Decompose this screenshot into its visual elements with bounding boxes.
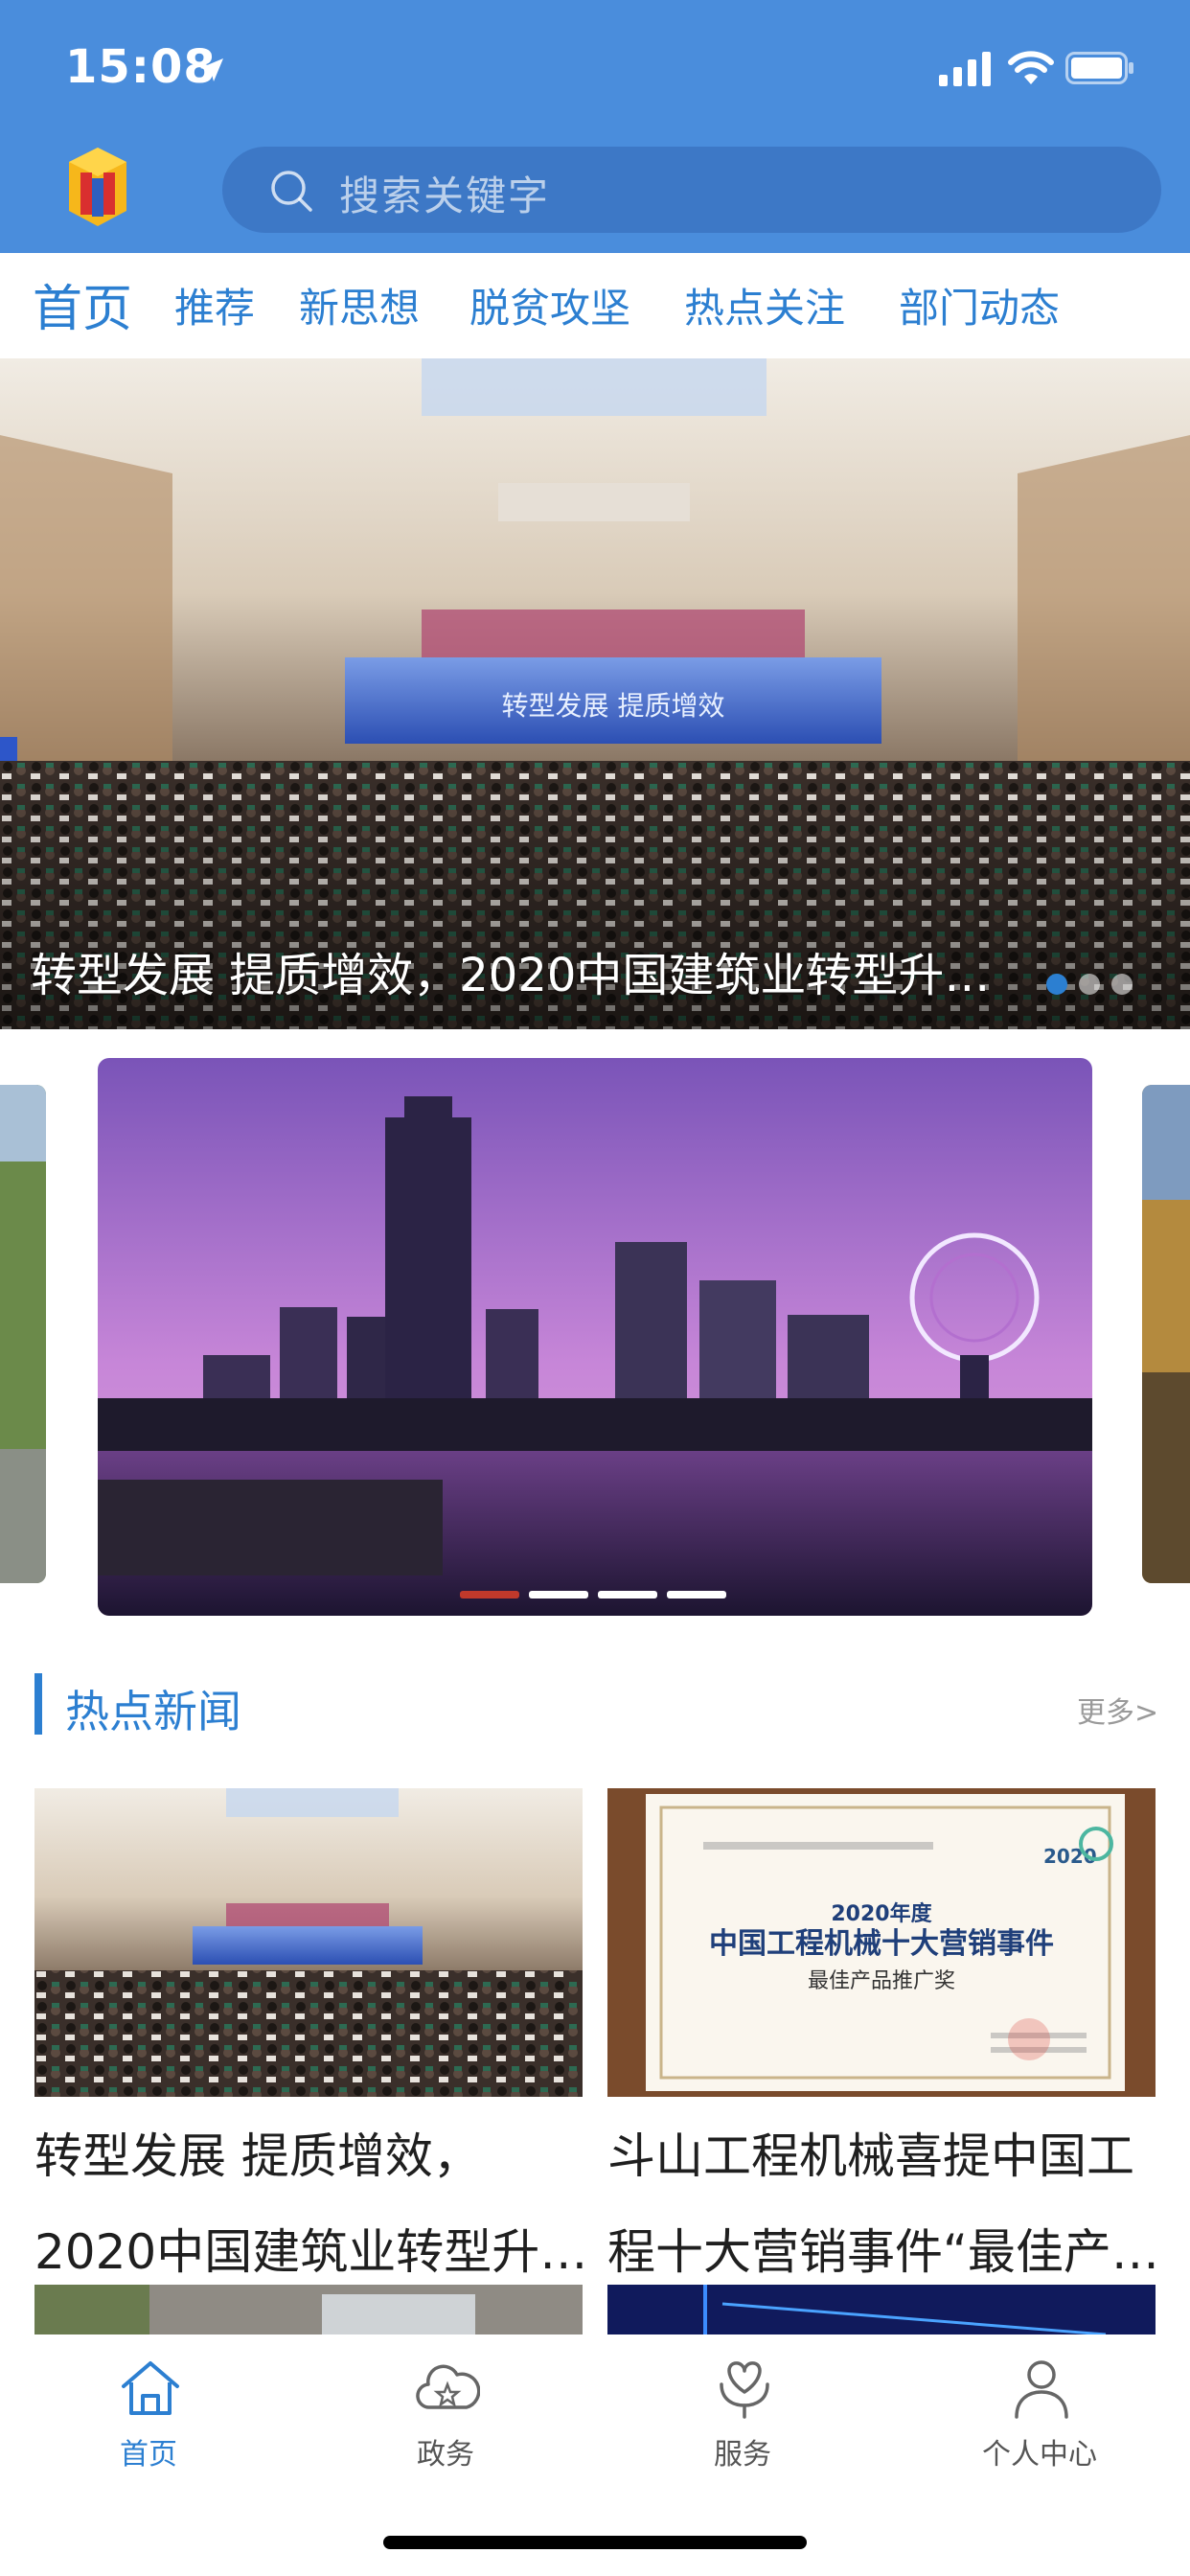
tabbar-home-label: 首页 [120, 2438, 177, 2472]
news-card-4-image[interactable] [607, 2285, 1156, 2334]
tab-recommend[interactable]: 推荐 [174, 276, 255, 334]
carousel-dot-active [460, 1591, 519, 1598]
banner-stage-text: 转型发展 提质增效 [502, 690, 725, 722]
certificate-year-label: 2020年度 [831, 1901, 932, 1926]
search-input[interactable]: 搜索关键字 [339, 164, 550, 222]
city-skyline-image [98, 1058, 1092, 1616]
tabbar-home[interactable]: 首页 [53, 2334, 244, 2478]
search-icon [271, 171, 312, 212]
category-tabs: 首页 推荐 新思想 脱贫攻坚 热点关注 部门动态 [0, 253, 1190, 358]
tabbar-profile-label: 个人中心 [982, 2438, 1097, 2472]
person-icon [1015, 2360, 1068, 2419]
home-icon [122, 2361, 179, 2415]
banner-image: 转型发展 提质增效 [0, 358, 1190, 1029]
tabbar-government[interactable]: 政务 [350, 2334, 541, 2478]
location-arrow-icon [200, 58, 223, 81]
banner-dot [1111, 974, 1133, 995]
news-card-2-image[interactable]: 2020 2020年度 中国工程机械十大营销事件 最佳产品推广奖 [607, 1788, 1156, 2097]
news-card-2-title-line1: 斗山工程机械喜提中国工 [607, 2128, 1134, 2184]
wifi-icon [1008, 51, 1054, 84]
tab-home[interactable]: 首页 [33, 268, 132, 340]
certificate-award: 最佳产品推广奖 [808, 1969, 955, 1993]
tab-new-thought[interactable]: 新思想 [299, 276, 420, 334]
carousel-main-card[interactable] [98, 1058, 1092, 1616]
banner-caption: 转型发展 提质增效，2020中国建筑业转型升级暨建筑产业现代化发展大会 [31, 949, 1008, 1002]
home-indicator[interactable] [383, 2536, 807, 2549]
tabbar-service-label: 服务 [714, 2438, 771, 2472]
battery-icon [1065, 52, 1133, 84]
status-bar: 15:08 [0, 0, 1190, 134]
status-time: 15:08 [65, 40, 217, 94]
carousel-prev-card[interactable] [0, 1085, 46, 1583]
hero-banner[interactable]: 转型发展 提质增效 转型发展 提质增效，2020中国建筑业转型升级暨建筑产业现代… [0, 358, 1190, 1029]
search-bar[interactable]: 搜索关键字 [222, 147, 1161, 233]
image-carousel[interactable] [0, 1029, 1190, 1643]
tabbar-government-label: 政务 [417, 2438, 474, 2472]
certificate-image: 2020 2020年度 中国工程机械十大营销事件 最佳产品推广奖 [607, 1788, 1156, 2097]
banner-dot [1079, 974, 1100, 995]
conference-image [34, 1788, 583, 2097]
certificate-name: 中国工程机械十大营销事件 [709, 1927, 1054, 1961]
carousel-dot [598, 1591, 657, 1598]
tab-poverty-alleviation[interactable]: 脱贫攻坚 [469, 276, 630, 334]
carousel-next-card[interactable] [1142, 1085, 1190, 1583]
cloud-star-icon [416, 2364, 480, 2409]
heart-hand-icon [720, 2361, 769, 2419]
news-card-1-title[interactable]: 转型发展 提质增效， 2020中国建筑业转型升级暨建筑产业现代化发展大会 [34, 2108, 590, 2300]
tab-department-news[interactable]: 部门动态 [899, 276, 1060, 334]
banner-dot-active [1046, 974, 1067, 995]
section-accent-bar [34, 1673, 42, 1735]
app-logo-icon[interactable] [67, 148, 128, 228]
carousel-dot [667, 1591, 726, 1598]
hot-news-title: 热点新闻 [65, 1686, 241, 1737]
more-link[interactable]: 更多> [1077, 1689, 1158, 1731]
carousel-dot [529, 1591, 588, 1598]
news-card-2-title[interactable]: 斗山工程机械喜提中国工 程十大营销事件“最佳产品推广奖” [607, 2108, 1163, 2300]
night-stage-image [607, 2285, 1156, 2334]
tabbar-service[interactable]: 服务 [647, 2334, 838, 2478]
news-card-3-image[interactable] [34, 2285, 583, 2334]
cellular-signal-icon [939, 52, 991, 86]
tabbar-profile[interactable]: 个人中心 [944, 2334, 1135, 2478]
news-card-1-image[interactable] [34, 1788, 583, 2097]
tab-hot-focus[interactable]: 热点关注 [684, 276, 845, 334]
street-image [34, 2285, 583, 2334]
news-card-1-title-line1: 转型发展 提质增效， [34, 2128, 481, 2184]
